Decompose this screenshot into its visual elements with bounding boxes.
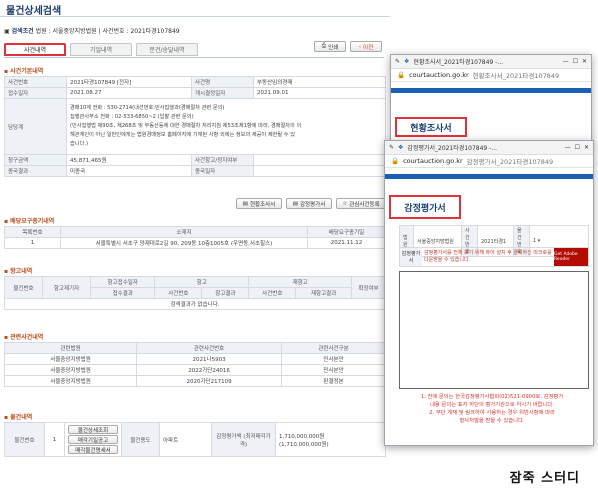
table-row: 서울중앙지방법원 2021나5903 민사본안 xyxy=(3,353,386,365)
dividend-table: 목록번호 소재지 배당요구종기일 1 서울특별시 서초구 양재대로2길 90, … xyxy=(4,226,386,249)
window-titlebar: ✎ ❖ 감정평가서_2021타경107849 -... — ☐ ✕ xyxy=(385,141,593,155)
item-detail-button[interactable]: 물건상세조회 xyxy=(68,425,118,434)
header-strip xyxy=(385,174,593,179)
close-icon[interactable]: ✕ xyxy=(584,144,589,151)
appraisal-report-button[interactable]: ▤ 감정평가서 xyxy=(286,198,332,209)
sale-notice-button[interactable]: 매각기일공고 xyxy=(68,435,118,444)
section-heading-dividend: ▪ 배당요구종기내역 xyxy=(4,218,55,225)
section-heading-related: ▪ 관련사건내역 xyxy=(4,334,44,341)
section-heading-case: ▪ 사건기본내역 xyxy=(4,68,44,75)
star-icon: ☆ xyxy=(342,200,348,207)
table-row: 서울중앙지방법원 2022가단24016 민사본안 xyxy=(3,364,386,376)
tab-case[interactable]: 사건내역 xyxy=(4,43,66,56)
warning-text: 1. 전에 문의는 한국감정평가사협회(02)521-0900로, 감정평가 내… xyxy=(420,394,564,424)
address-bar[interactable]: 🔒 courtauction.go.kr 감정평가서_2021타경107849 xyxy=(385,155,593,168)
table-row: 1 서울특별시 서초구 양재대로2길 90, 209동 10층1005호 (우면… xyxy=(4,237,386,249)
main-page: 물건상세검색 ▣ 검색조건 법원 : 서울중앙지방법원 | 사건번호 : 202… xyxy=(0,0,390,460)
maximize-icon[interactable]: ☐ xyxy=(575,144,580,151)
close-icon[interactable]: ✕ xyxy=(582,58,587,65)
table-row: 서울중앙지방법원 2020가단217109 판결정본 xyxy=(3,375,386,387)
appraisal-heading-box: 감정평가서 xyxy=(389,195,461,219)
header-strip xyxy=(391,88,591,93)
status-report-heading-box: 현황조사서 xyxy=(395,117,467,137)
sale-spec-button[interactable]: 매각물건명세서 xyxy=(68,445,118,454)
item-table: 물건번호 1 물건상세조회 매각기일공고 매각물건명세서 물건용도 아파트 감정… xyxy=(4,422,386,457)
minimize-icon[interactable]: — xyxy=(565,144,571,151)
viewer-notice: 감정평가서 감정평가서를 전체 보기 위해 뷰어 설치 후 클릭하신 마크로를 … xyxy=(399,247,589,267)
breadcrumb: ▣ 검색조건 법원 : 서울중앙지방법원 | 사건번호 : 2021타경1078… xyxy=(4,26,180,35)
case-table: 사건번호 2021타경107849 [전자] 사건명 부동산임의경매 접수일자 … xyxy=(4,76,386,177)
printer-icon: ⎙ xyxy=(321,43,327,49)
section-heading-item: ▪ 물건내역 xyxy=(4,414,33,421)
address-bar[interactable]: 🔒 courtauction.go.kr 현황조사서_2021타경107849 xyxy=(391,69,591,82)
pin-icon[interactable]: ✎ xyxy=(389,144,394,151)
lock-icon: 🔒 xyxy=(391,157,400,165)
print-button[interactable]: ⎙ 인쇄 xyxy=(314,41,346,52)
lock-icon: 🔒 xyxy=(397,71,406,79)
court-logo-icon: ❖ xyxy=(404,58,410,65)
tab-documents[interactable]: 문건/송달내역 xyxy=(136,43,198,56)
document-icon: ▤ xyxy=(292,200,298,207)
pin-icon[interactable]: ✎ xyxy=(395,58,400,65)
adobe-reader-button[interactable]: Get Adobe Reader xyxy=(554,248,588,266)
tab-bar: 사건내역 기일내역 문건/송달내역 xyxy=(4,43,198,57)
status-report-window: ✎ ❖ 현황조사서_2021타경107849 -... — ☐ ✕ 🔒 cour… xyxy=(390,54,592,144)
document-icon: ▤ xyxy=(242,200,248,207)
tab-dates[interactable]: 기일내역 xyxy=(70,43,132,56)
page-title: 물건상세검색 xyxy=(6,6,62,17)
chevron-left-icon: ‹ xyxy=(358,43,362,50)
maximize-icon[interactable]: ☐ xyxy=(573,58,578,65)
related-table: 관련법원 관련사건번호 관련사건구분 서울중앙지방법원 2021나5903 민사본안… xyxy=(3,342,386,387)
breadcrumb-icon: ▣ xyxy=(4,28,10,35)
status-report-button[interactable]: ▤ 현황조사서 xyxy=(236,198,282,209)
watch-case-button[interactable]: ☆ 관심사건등록 xyxy=(336,198,386,209)
watermark-text: 잠죽 스터디 xyxy=(509,471,580,486)
document-viewer[interactable] xyxy=(399,271,589,389)
title-divider xyxy=(0,16,390,17)
department-info: 경매10계 전화 : 530-2714(내선번호:민사집행과(경매절차 관련 문… xyxy=(66,98,386,155)
breadcrumb-label: 검색조건 xyxy=(11,28,34,35)
breadcrumb-text: 법원 : 서울중앙지방법원 | 사건번호 : 2021타경107849 xyxy=(35,28,180,35)
court-logo-icon: ❖ xyxy=(398,144,404,151)
appraisal-price: 1,710,000,000원 xyxy=(279,433,325,440)
chevron-down-icon: ▾ xyxy=(537,238,541,244)
back-button[interactable]: ‹ 이전 xyxy=(350,41,382,52)
appeal-table: 물건번호 항고제기자 항고접수일자 항고 재항고 확정여부 접수결과 사건번호 … xyxy=(4,276,386,310)
tab-divider xyxy=(4,57,384,58)
empty-result: 검색결과가 없습니다. xyxy=(4,298,386,310)
window-titlebar: ✎ ❖ 현황조사서_2021타경107849 -... — ☐ ✕ xyxy=(391,55,591,69)
section-heading-appeal: ▪ 항고내역 xyxy=(4,268,33,275)
appraisal-report-window: ✎ ❖ 감정평가서_2021타경107849 -... — ☐ ✕ 🔒 cour… xyxy=(384,140,594,446)
item-buttons: 물건상세조회 매각기일공고 매각물건명세서 xyxy=(64,422,122,457)
minimum-price: (1,710,000,000원) xyxy=(279,441,329,448)
minimize-icon[interactable]: — xyxy=(563,58,569,65)
